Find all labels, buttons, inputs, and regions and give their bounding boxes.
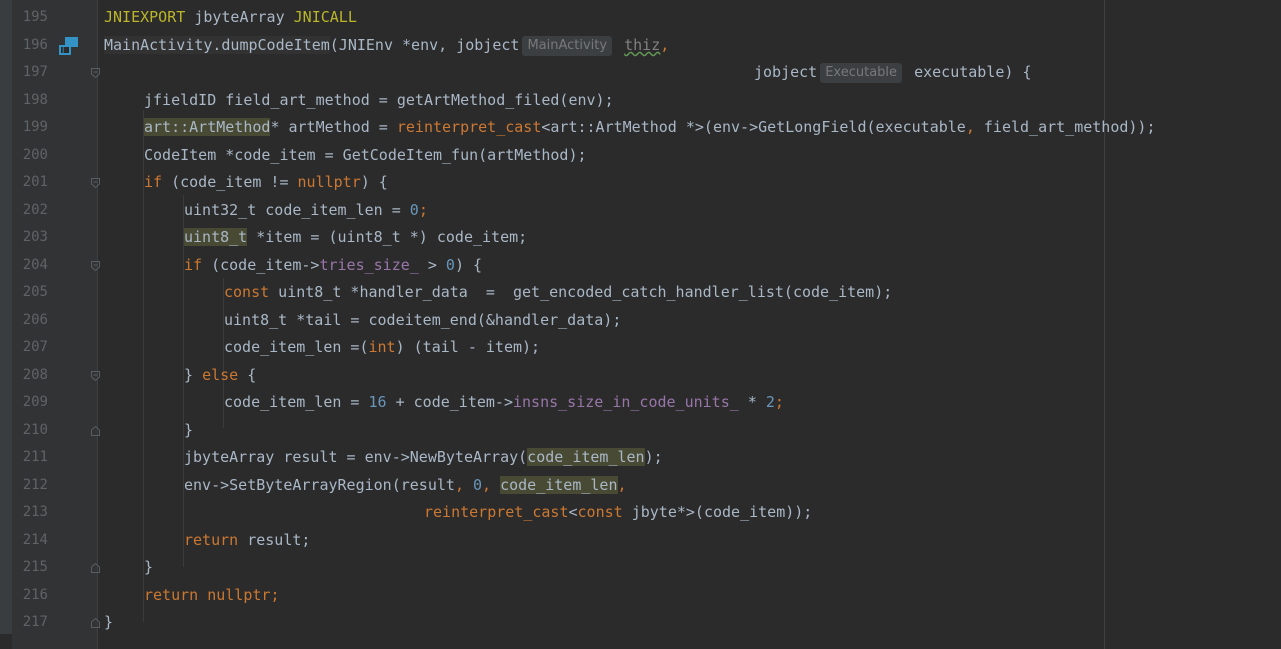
code-line-205[interactable]: 205 const uint8_t *handler_data = get_en… xyxy=(0,279,1281,307)
line-number: 197 xyxy=(22,64,48,80)
code-line-198[interactable]: 198 jfieldID field_art_method = getArtMe… xyxy=(0,87,1281,115)
code-text: jobject Executable executable) { xyxy=(754,63,1032,83)
code-text: JNIEXPORT jbyteArray JNICALL xyxy=(104,8,357,26)
fold-marker-icon[interactable] xyxy=(91,178,100,188)
param-hint-type: Executable xyxy=(820,63,903,83)
fold-end-icon[interactable] xyxy=(91,618,100,628)
code-line-214[interactable]: 214 return result; xyxy=(0,527,1281,555)
code-text: jfieldID field_art_method = getArtMethod… xyxy=(144,91,614,109)
line-number: 215 xyxy=(22,559,48,575)
line-number: 212 xyxy=(22,477,48,493)
fold-marker-icon[interactable] xyxy=(91,371,100,381)
line-number: 199 xyxy=(22,119,48,135)
code-line-199[interactable]: 199 art::ArtMethod* artMethod = reinterp… xyxy=(0,114,1281,142)
fold-marker-icon[interactable] xyxy=(91,68,100,78)
code-line-216[interactable]: 216 return nullptr; xyxy=(0,582,1281,610)
code-text: MainActivity.dumpCodeItem(JNIEnv *env, j… xyxy=(104,36,670,56)
fold-marker-icon[interactable] xyxy=(91,261,100,271)
code-text: uint8_t *tail = codeitem_end(&handler_da… xyxy=(224,311,622,329)
code-line-208[interactable]: 208 } else { xyxy=(0,362,1281,390)
code-text: } else { xyxy=(184,366,257,384)
line-number: 205 xyxy=(22,284,48,300)
code-line-211[interactable]: 211 jbyteArray result = env->NewByteArra… xyxy=(0,444,1281,472)
code-text: art::ArtMethod* artMethod = reinterpret_… xyxy=(144,118,1156,136)
code-text: uint32_t code_item_len = 0; xyxy=(184,201,428,219)
code-line-209[interactable]: 209 code_item_len = 16 + code_item->insn… xyxy=(0,389,1281,417)
code-line-201[interactable]: 201 if (code_item != nullptr) { xyxy=(0,169,1281,197)
code-line-195[interactable]: 195 JNIEXPORT jbyteArray JNICALL xyxy=(0,4,1281,32)
line-number: 216 xyxy=(22,587,48,603)
code-text: } xyxy=(144,558,154,576)
line-number: 198 xyxy=(22,92,48,108)
param-hint-type: MainActivity xyxy=(522,36,613,56)
line-number: 195 xyxy=(22,9,48,25)
line-number: 209 xyxy=(22,394,48,410)
code-line-217[interactable]: 217 } xyxy=(0,609,1281,637)
code-line-206[interactable]: 206 uint8_t *tail = codeitem_end(&handle… xyxy=(0,307,1281,335)
fold-end-icon[interactable] xyxy=(91,426,100,436)
line-number: 196 xyxy=(22,37,48,53)
line-number: 200 xyxy=(22,147,48,163)
code-text: env->SetByteArrayRegion(result, 0, code_… xyxy=(184,476,627,494)
line-number: 202 xyxy=(22,202,48,218)
line-number: 217 xyxy=(22,614,48,630)
code-editor[interactable]: J 195 JNIEXPORT jbyteArray JNICALL 196 M… xyxy=(0,0,1281,649)
code-text: } xyxy=(104,613,114,631)
line-number: 208 xyxy=(22,367,48,383)
code-line-204[interactable]: 204 if (code_item->tries_size_ > 0) { xyxy=(0,252,1281,280)
line-number: 210 xyxy=(22,422,48,438)
code-text: return nullptr; xyxy=(144,586,280,604)
code-text: return result; xyxy=(184,531,311,549)
code-line-202[interactable]: 202 uint32_t code_item_len = 0; xyxy=(0,197,1281,225)
code-text: reinterpret_cast<const jbyte*>(code_item… xyxy=(424,503,813,521)
line-number: 206 xyxy=(22,312,48,328)
line-number: 203 xyxy=(22,229,48,245)
fold-end-icon[interactable] xyxy=(91,563,100,573)
code-text: jbyteArray result = env->NewByteArray(co… xyxy=(184,448,663,466)
code-line-200[interactable]: 200 CodeItem *code_item = GetCodeItem_fu… xyxy=(0,142,1281,170)
code-line-215[interactable]: 215 } xyxy=(0,554,1281,582)
code-text: CodeItem *code_item = GetCodeItem_fun(ar… xyxy=(144,146,587,164)
code-line-210[interactable]: 210 } xyxy=(0,417,1281,445)
line-number: 211 xyxy=(22,449,48,465)
code-text: uint8_t *item = (uint8_t *) code_item; xyxy=(184,228,528,246)
code-line-212[interactable]: 212 env->SetByteArrayRegion(result, 0, c… xyxy=(0,472,1281,500)
code-line-203[interactable]: 203 uint8_t *item = (uint8_t *) code_ite… xyxy=(0,224,1281,252)
code-text: const uint8_t *handler_data = get_encode… xyxy=(224,283,893,301)
line-number: 207 xyxy=(22,339,48,355)
line-number: 214 xyxy=(22,532,48,548)
code-text: code_item_len =(int) (tail - item); xyxy=(224,338,541,356)
code-text: } xyxy=(184,421,194,439)
code-line-207[interactable]: 207 code_item_len =(int) (tail - item); xyxy=(0,334,1281,362)
line-number: 204 xyxy=(22,257,48,273)
code-text: code_item_len = 16 + code_item->insns_si… xyxy=(224,393,784,411)
code-line-196[interactable]: 196 MainActivity.dumpCodeItem(JNIEnv *en… xyxy=(0,32,1281,60)
code-text: if (code_item->tries_size_ > 0) { xyxy=(184,256,483,274)
code-line-213[interactable]: 213 reinterpret_cast<const jbyte*>(code_… xyxy=(0,499,1281,527)
line-number: 201 xyxy=(22,174,48,190)
line-number: 213 xyxy=(22,504,48,520)
code-text: if (code_item != nullptr) { xyxy=(144,173,388,191)
code-line-197[interactable]: 197 jobject Executable executable) { xyxy=(0,59,1281,87)
